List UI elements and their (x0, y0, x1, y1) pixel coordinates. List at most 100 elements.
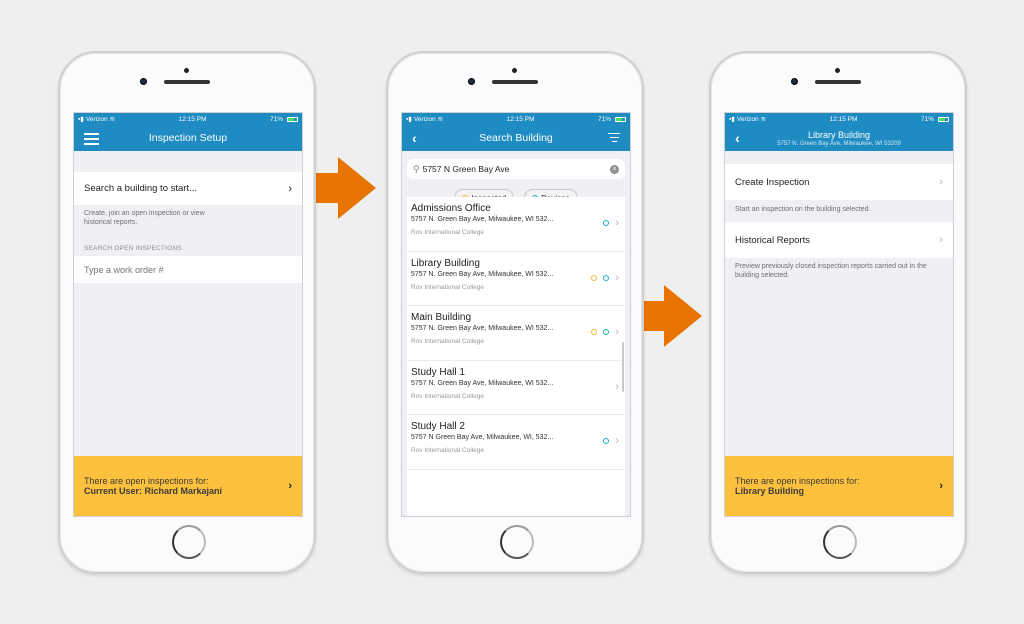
building-address: 5757 N. Green Bay Ave, Milwaukee, WI 532… (411, 270, 554, 278)
home-button[interactable] (172, 525, 206, 559)
page-title: Inspection Setup (148, 132, 228, 144)
banner-line-2: Library Building (735, 486, 805, 496)
inspected-dot-icon (591, 274, 598, 281)
devices-dot-icon (603, 329, 610, 335)
work-order-input-row (74, 256, 302, 283)
search-icon: ⚲ (413, 163, 420, 174)
carrier: Verizon (413, 115, 436, 123)
earpiece-speaker (164, 80, 210, 84)
building-address: 5757 N. Green Bay Ave, Milwaukee, WI 532… (411, 379, 554, 387)
building-org: Rov International College (411, 338, 484, 345)
list-item[interactable]: Main Building 5757 N. Green Bay Ave, Mil… (407, 306, 625, 361)
devices-dot-icon (603, 438, 610, 444)
search-value: 5757 N Green Bay Ave (422, 164, 510, 174)
nav-bar: Inspection Setup (74, 125, 302, 151)
phone-search-building: ▪▮ Verizon ≋ 12:15 PM 71% ‹ Search Buildin… (386, 51, 644, 574)
work-order-input[interactable] (84, 264, 292, 275)
create-inspection-row[interactable]: Create Inspection › (725, 164, 953, 200)
banner-line-2: Current User: Richard Markajani (84, 486, 223, 496)
building-results-list: Admissions Office 5757 N. Green Bay Ave,… (407, 197, 625, 516)
banner-line-1: There are open inspections for: (735, 476, 860, 486)
status-bar: ▪▮ Verizon ≋ 12:15 PM 71% (74, 113, 302, 125)
screen-search-building: ▪▮ Verizon ≋ 12:15 PM 71% ‹ Search Buildin… (401, 112, 631, 517)
proximity-sensor (184, 68, 189, 73)
building-search-field[interactable]: ⚲ 5757 N Green Bay Ave × (407, 159, 625, 179)
battery-icon (938, 116, 949, 122)
home-button[interactable] (500, 525, 534, 559)
signal-icon: ▪▮ (406, 116, 412, 123)
create-inspection-label: Create Inspection (735, 176, 810, 188)
open-inspections-banner[interactable]: There are open inspections for: Current … (74, 456, 302, 516)
building-org: Rov International College (411, 447, 484, 454)
section-header-open-inspections: SEARCH OPEN INSPECTIONS (84, 245, 182, 252)
carrier: Verizon (85, 115, 108, 123)
chevron-right-icon: › (615, 326, 619, 338)
back-chevron-icon[interactable]: ‹ (412, 131, 417, 145)
search-building-row[interactable]: Search a building to start... › (74, 172, 302, 205)
screen-inspection-setup: ▪▮ Verizon ≋ 12:15 PM 71% Inspection Setup… (73, 112, 303, 517)
status-bar: ▪▮ Verizon ≋ 12:15 PM 71% (402, 113, 630, 125)
building-org: Rov International College (411, 229, 484, 236)
chevron-right-icon: › (288, 480, 292, 492)
earpiece-speaker (492, 80, 538, 84)
battery-percent: 71% (597, 115, 611, 123)
chevron-right-icon: › (615, 271, 619, 284)
proximity-sensor (512, 68, 517, 73)
battery-icon (287, 116, 298, 122)
list-item[interactable]: Admissions Office 5757 N. Green Bay Ave,… (407, 197, 625, 252)
screen-library-building: ▪▮ Verizon ≋ 12:15 PM 71% ‹ Library Buildi… (724, 112, 954, 517)
list-item[interactable]: Study Hall 2 5757 N Green Bay Ave, Milwa… (407, 415, 625, 470)
phone-library-building: ▪▮ Verizon ≋ 12:15 PM 71% ‹ Library Buildi… (709, 51, 967, 574)
earpiece-speaker (815, 80, 861, 84)
devices-dot-icon (603, 220, 610, 226)
chevron-right-icon: › (615, 380, 619, 393)
building-name: Study Hall 1 (411, 366, 465, 378)
chevron-right-icon: › (615, 435, 619, 447)
open-inspections-banner[interactable]: There are open inspections for: Library … (725, 456, 953, 516)
signal-icon: ▪▮ (729, 116, 735, 123)
chevron-right-icon: › (288, 182, 292, 195)
building-name: Main Building (411, 312, 472, 323)
building-org: Rov International College (411, 283, 484, 291)
phone-inspection-setup: ▪▮ Verizon ≋ 12:15 PM 71% Inspection Setup… (58, 51, 316, 574)
page-title: Library Building (807, 129, 871, 140)
page-subtitle: 5757 N. Green Bay Ave, Milwaukee, WI 532… (777, 140, 901, 147)
status-bar: ▪▮ Verizon ≋ 12:15 PM 71% (725, 113, 953, 125)
wifi-icon: ≋ (437, 116, 444, 123)
chevron-right-icon: › (615, 217, 619, 229)
list-scrollbar[interactable] (622, 342, 624, 392)
clock: 12:15 PM (829, 115, 858, 123)
search-building-hint: Create, join an open inspection or view … (84, 210, 205, 226)
front-camera (140, 78, 147, 85)
battery-percent: 71% (920, 115, 934, 123)
chevron-right-icon: › (939, 480, 943, 492)
devices-dot-icon (603, 274, 610, 281)
list-item[interactable]: Study Hall 1 5757 N. Green Bay Ave, Milw… (407, 361, 625, 415)
front-camera (791, 78, 798, 85)
proximity-sensor (835, 68, 840, 73)
carrier: Verizon (736, 115, 759, 123)
building-address: 5757 N. Green Bay Ave, Milwaukee, WI 532… (411, 216, 554, 223)
clear-search-icon[interactable]: × (610, 164, 619, 174)
banner-line-1: There are open inspections for: (84, 476, 209, 486)
chevron-right-icon: › (939, 234, 943, 246)
historical-reports-hint: Preview previously closed inspection rep… (735, 263, 927, 279)
page-title: Search Building (479, 132, 553, 144)
signal-icon: ▪▮ (78, 116, 84, 123)
list-item[interactable]: Library Building 5757 N. Green Bay Ave, … (407, 252, 625, 306)
create-inspection-hint: Start an inspection on the building sele… (735, 206, 871, 213)
search-building-label: Search a building to start... (84, 183, 198, 194)
back-chevron-icon[interactable]: ‹ (735, 131, 740, 145)
home-button[interactable] (823, 525, 857, 559)
building-name: Admissions Office (411, 203, 491, 214)
building-name: Library Building (411, 257, 480, 269)
clock: 12:15 PM (506, 115, 535, 123)
building-org: Rov International College (411, 392, 484, 400)
historical-reports-row[interactable]: Historical Reports › (725, 222, 953, 258)
front-camera (468, 78, 475, 85)
historical-reports-label: Historical Reports (735, 234, 810, 246)
filter-icon[interactable] (608, 130, 620, 145)
hamburger-menu-icon[interactable] (84, 130, 99, 148)
building-address: 5757 N. Green Bay Ave, Milwaukee, WI 532… (411, 325, 554, 332)
wifi-icon: ≋ (760, 116, 767, 123)
